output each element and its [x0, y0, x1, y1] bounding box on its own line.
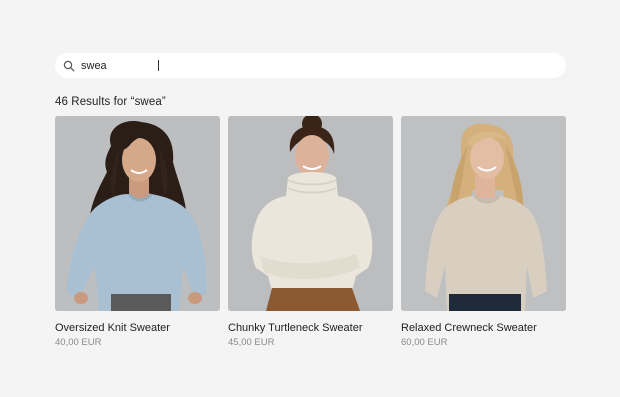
product-card-relaxed-crewneck-sweater[interactable]: Relaxed Crewneck Sweater 60,00 EUR — [401, 116, 566, 349]
product-image[interactable] — [401, 116, 566, 311]
product-image[interactable] — [55, 116, 220, 311]
product-price: 45,00 EUR — [228, 337, 275, 348]
search-input[interactable] — [81, 59, 481, 72]
results-heading: 46 Results for “swea” — [55, 96, 166, 108]
product-card-oversized-knit-sweater[interactable]: Oversized Knit Sweater 40,00 EUR — [55, 116, 220, 349]
product-name[interactable]: Oversized Knit Sweater — [55, 322, 220, 335]
text-cursor — [158, 60, 159, 71]
product-price: 40,00 EUR — [55, 337, 102, 348]
product-name[interactable]: Chunky Turtleneck Sweater — [228, 322, 393, 335]
product-price: 60,00 EUR — [401, 337, 448, 348]
search-bar[interactable] — [55, 53, 566, 78]
search-results-page: 46 Results for “swea” — [0, 0, 620, 397]
product-name[interactable]: Relaxed Crewneck Sweater — [401, 322, 566, 335]
product-image[interactable] — [228, 116, 393, 311]
product-grid: Oversized Knit Sweater 40,00 EUR Chunky … — [55, 116, 566, 349]
product-card-chunky-turtleneck-sweater[interactable]: Chunky Turtleneck Sweater 45,00 EUR — [228, 116, 393, 349]
search-icon — [63, 60, 75, 72]
